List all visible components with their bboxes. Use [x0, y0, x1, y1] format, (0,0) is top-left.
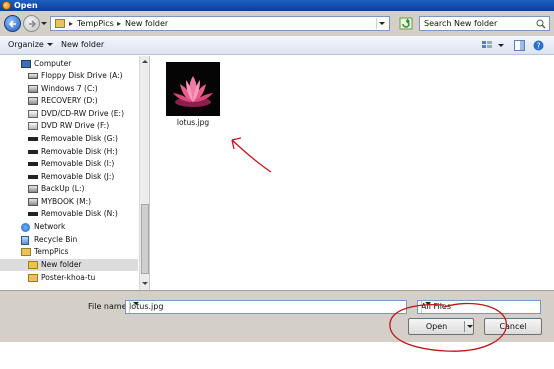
- refresh-icon: [399, 17, 413, 30]
- svg-text:?: ?: [536, 42, 540, 51]
- removable-disk-icon: [28, 212, 38, 216]
- file-name-dropdown[interactable]: [129, 301, 139, 313]
- address-dropdown[interactable]: [376, 18, 387, 29]
- removable-disk-icon: [28, 137, 38, 141]
- nav-item-windows-c[interactable]: Windows 7 (C:): [0, 83, 138, 95]
- drive-icon: [28, 97, 38, 105]
- recent-pages-dropdown[interactable]: [41, 20, 48, 27]
- nav-item-dvd-f[interactable]: DVD RW Drive (F:): [0, 120, 138, 132]
- views-icon[interactable]: [481, 40, 493, 50]
- refresh-button[interactable]: [399, 16, 413, 31]
- breadcrumb-new-folder[interactable]: New folder: [125, 19, 168, 29]
- nav-item-temppics[interactable]: TempPics: [0, 246, 138, 258]
- lotus-flower-image: [166, 62, 220, 116]
- chevron-down-icon: [46, 43, 53, 46]
- nav-item-recovery-d[interactable]: RECOVERY (D:): [0, 95, 138, 107]
- drive-icon: [28, 198, 38, 206]
- nav-scrollbar[interactable]: [139, 56, 149, 290]
- file-type-dropdown[interactable]: [421, 301, 431, 313]
- chevron-down-icon: [425, 302, 431, 305]
- back-arrow-icon: [8, 20, 16, 28]
- nav-item-dvd-e[interactable]: DVD/CD-RW Drive (E:): [0, 108, 138, 120]
- organize-button[interactable]: Organize: [8, 40, 53, 50]
- removable-disk-icon: [28, 162, 38, 166]
- nav-item-removable-j[interactable]: Removable Disk (J:): [0, 171, 138, 183]
- search-input[interactable]: Search New folder: [419, 16, 550, 31]
- dialog-footer: File name: lotus.jpg All Files Open Canc…: [0, 290, 554, 352]
- nav-item-floppy-a[interactable]: Floppy Disk Drive (A:): [0, 70, 138, 82]
- nav-item-computer[interactable]: Computer: [0, 58, 138, 70]
- help-icon[interactable]: ?: [533, 40, 544, 51]
- file-name-label: File name:: [88, 302, 130, 311]
- removable-disk-icon: [28, 150, 38, 154]
- floppy-drive-icon: [28, 73, 38, 79]
- scroll-up-arrow-icon[interactable]: [141, 57, 149, 65]
- open-label: Open: [425, 322, 448, 331]
- chevron-down-icon: [379, 22, 385, 25]
- split-divider: [464, 321, 465, 332]
- folder-icon: [21, 248, 31, 256]
- title-bar: Open: [0, 0, 554, 11]
- organize-label: Organize: [8, 40, 44, 49]
- address-bar[interactable]: ▸ TempPics ▸ New folder: [50, 16, 390, 31]
- window-title: Open: [14, 1, 38, 10]
- file-type-select[interactable]: All Files: [417, 300, 541, 314]
- search-placeholder: Search New folder: [424, 19, 498, 28]
- search-icon: [536, 19, 546, 29]
- file-thumbnail-lotus[interactable]: [166, 62, 220, 116]
- forward-arrow-icon: [29, 20, 37, 28]
- nav-item-removable-i[interactable]: Removable Disk (I:): [0, 158, 138, 170]
- nav-item-recycle-bin[interactable]: Recycle Bin: [0, 234, 138, 246]
- nav-item-removable-g[interactable]: Removable Disk (G:): [0, 133, 138, 145]
- nav-item-backup-l[interactable]: BackUp (L:): [0, 183, 138, 195]
- nav-item-new-folder[interactable]: New folder: [0, 259, 138, 271]
- nav-item-network[interactable]: Network: [0, 221, 138, 233]
- breadcrumb-temppics[interactable]: TempPics: [77, 19, 114, 29]
- chevron-down-icon[interactable]: [498, 44, 504, 47]
- app-icon: [2, 1, 11, 10]
- file-list-pane: lotus.jpg: [151, 56, 554, 290]
- scrollbar-thumb[interactable]: [141, 204, 149, 274]
- file-name-field[interactable]: lotus.jpg: [125, 300, 407, 314]
- network-icon: [21, 223, 30, 232]
- windows-drive-icon: [28, 85, 38, 93]
- open-button[interactable]: Open: [408, 318, 474, 335]
- chevron-down-icon[interactable]: [467, 325, 473, 328]
- folder-icon: [28, 274, 38, 282]
- preview-pane-icon[interactable]: [514, 40, 525, 51]
- back-button[interactable]: [4, 15, 21, 32]
- chevron-down-icon: [41, 22, 47, 25]
- breadcrumb-separator: ▸: [117, 19, 122, 28]
- folder-icon: [55, 19, 65, 28]
- cancel-button[interactable]: Cancel: [484, 318, 542, 335]
- nav-item-removable-h[interactable]: Removable Disk (H:): [0, 146, 138, 158]
- dvd-drive-icon: [28, 122, 38, 130]
- scroll-down-arrow-icon[interactable]: [141, 280, 149, 288]
- command-toolbar: Organize New folder ?: [0, 36, 554, 55]
- new-folder-button[interactable]: New folder: [61, 40, 104, 50]
- navigation-pane: Computer Floppy Disk Drive (A:) Windows …: [0, 56, 150, 290]
- drive-icon: [28, 185, 38, 193]
- computer-icon: [21, 60, 31, 68]
- chevron-down-icon: [133, 302, 139, 305]
- nav-item-poster-khoa-tu[interactable]: Poster-khoa-tu: [0, 272, 138, 284]
- removable-disk-icon: [28, 175, 38, 179]
- recycle-bin-icon: [21, 236, 29, 245]
- breadcrumb-separator: ▸: [69, 19, 74, 28]
- forward-button[interactable]: [23, 15, 40, 32]
- nav-item-mybook-m[interactable]: MYBOOK (M:): [0, 196, 138, 208]
- nav-item-removable-n[interactable]: Removable Disk (N:): [0, 208, 138, 220]
- folder-icon: [28, 261, 38, 269]
- dvd-drive-icon: [28, 110, 38, 118]
- address-row: ▸ TempPics ▸ New folder Search New folde…: [0, 11, 554, 36]
- file-name-label[interactable]: lotus.jpg: [163, 118, 223, 127]
